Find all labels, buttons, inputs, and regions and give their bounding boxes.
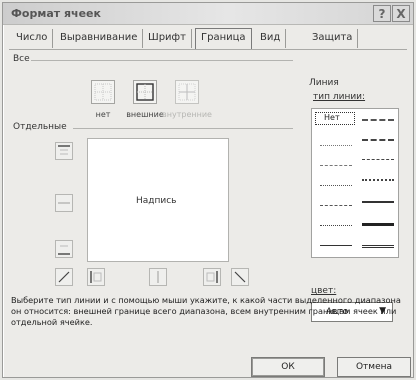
border-middle-v-button[interactable] — [149, 268, 167, 286]
line-style-list[interactable]: Нет — [311, 108, 399, 258]
preset-none-button[interactable] — [91, 80, 115, 104]
border-right-button[interactable] — [203, 268, 221, 286]
border-diagonal-down-button[interactable] — [231, 268, 249, 286]
preset-inner-button[interactable] — [175, 80, 199, 104]
tab-number[interactable]: Число — [11, 29, 54, 48]
tab-protection[interactable]: Защита — [307, 29, 359, 48]
border-left-icon — [90, 271, 102, 283]
diagonal-up-icon — [58, 271, 70, 283]
individual-group-label: Отдельные — [13, 122, 67, 132]
border-none-icon — [94, 83, 112, 101]
close-button[interactable]: X — [392, 5, 410, 22]
tab-alignment[interactable]: Выравнивание — [55, 29, 144, 48]
tab-border[interactable]: Граница — [195, 28, 252, 49]
border-left-button[interactable] — [87, 268, 105, 286]
line-style-option[interactable] — [320, 165, 352, 166]
line-style-option[interactable] — [320, 185, 352, 186]
border-inside-horizontal-icon — [58, 202, 70, 204]
border-top-button[interactable] — [55, 142, 73, 160]
border-bottom-icon — [58, 245, 70, 255]
preview-text: Надпись — [136, 196, 177, 206]
border-diagonal-up-button[interactable] — [55, 268, 73, 286]
tab-font[interactable]: Шрифт — [143, 29, 192, 48]
line-style-option[interactable] — [362, 201, 394, 203]
format-cells-dialog: Формат ячеек ? X Число Выравнивание Шриф… — [2, 2, 414, 378]
line-style-none[interactable]: Нет — [324, 113, 340, 122]
line-style-option[interactable] — [362, 245, 394, 248]
line-style-option[interactable] — [362, 159, 394, 160]
cancel-button[interactable]: Отмена — [337, 357, 411, 377]
border-right-icon — [206, 271, 218, 283]
diagonal-down-icon — [234, 271, 246, 283]
border-top-icon — [58, 145, 70, 155]
preset-outer-button[interactable] — [133, 80, 157, 104]
border-preview[interactable]: Надпись — [87, 138, 229, 262]
line-style-option[interactable] — [362, 139, 394, 141]
help-button[interactable]: ? — [373, 5, 391, 22]
line-style-option[interactable] — [320, 145, 352, 146]
line-style-option[interactable] — [320, 225, 352, 226]
presets-separator — [31, 60, 293, 61]
title-bar[interactable]: Формат ячеек ? X — [3, 3, 413, 25]
instructions-text: Выберите тип линии и с помощью мыши укаж… — [11, 295, 401, 327]
presets-group-label: Все — [13, 54, 30, 64]
line-style-option[interactable] — [320, 205, 352, 206]
ok-button[interactable]: ОК — [251, 357, 325, 377]
border-inside-vertical-icon — [157, 271, 159, 283]
tab-fill[interactable]: Вид — [255, 29, 287, 48]
line-style-option[interactable] — [320, 245, 352, 246]
line-style-option[interactable] — [362, 179, 394, 181]
border-bottom-button[interactable] — [55, 240, 73, 258]
dialog-title: Формат ячеек — [11, 7, 101, 20]
tab-strip: Число Выравнивание Шрифт Граница Вид Защ… — [11, 28, 405, 49]
border-outer-icon — [136, 83, 154, 101]
line-group-label: Линия — [309, 78, 339, 88]
line-style-option[interactable] — [362, 223, 394, 226]
preset-inner-label: внутренние — [162, 110, 212, 119]
border-inner-icon — [178, 83, 196, 101]
line-style-option[interactable] — [362, 119, 394, 121]
border-middle-h-button[interactable] — [55, 194, 73, 212]
individual-separator — [73, 128, 293, 129]
line-style-label: тип линии: — [313, 92, 366, 102]
